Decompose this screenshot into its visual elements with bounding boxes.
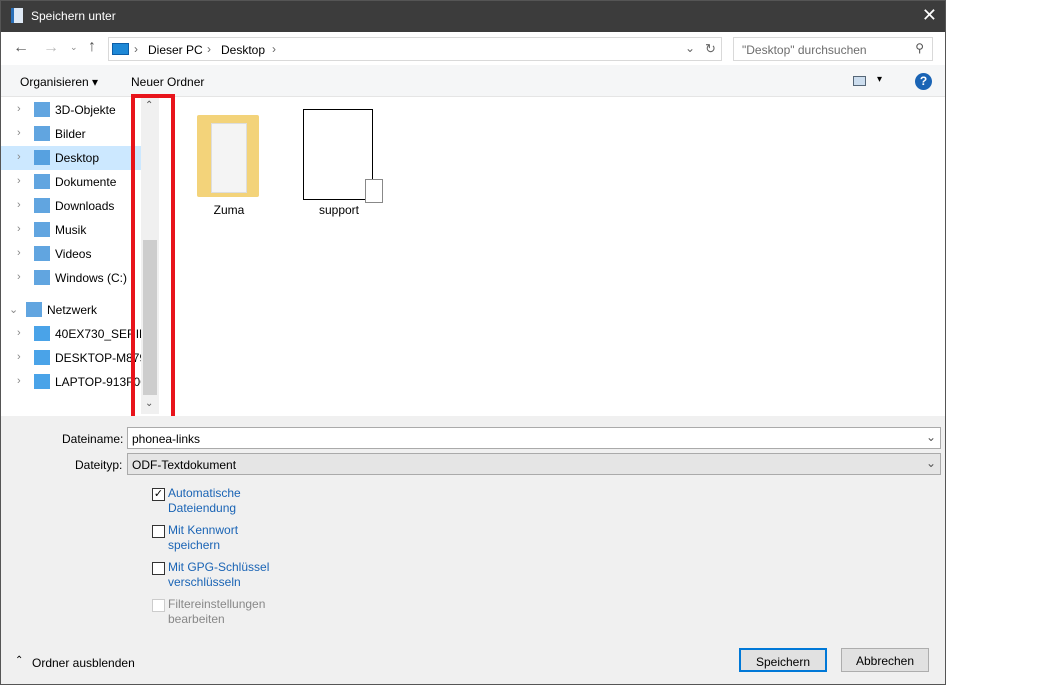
download-icon bbox=[34, 198, 50, 213]
view-icon[interactable] bbox=[853, 76, 866, 86]
drive-icon bbox=[34, 270, 50, 285]
new-folder-button[interactable]: Neuer Ordner bbox=[131, 75, 204, 89]
nav-item-network[interactable]: ⌄ Netzwerk bbox=[1, 298, 141, 322]
chevron-right-icon[interactable]: › bbox=[17, 327, 21, 339]
search-icon: ⚲ bbox=[915, 41, 924, 55]
save-button[interactable]: Speichern bbox=[739, 648, 827, 672]
nav-item[interactable]: › Desktop bbox=[1, 146, 141, 170]
filetype-select[interactable]: ODF-Textdokument ⌄ bbox=[127, 453, 941, 475]
nav-label: Musik bbox=[55, 223, 87, 237]
organize-button[interactable]: Organisieren ▾ bbox=[20, 75, 98, 89]
bottom-panel: Dateiname: phonea-links ⌄ Dateityp: ODF-T… bbox=[1, 416, 945, 684]
chevron-right-icon[interactable]: › bbox=[17, 223, 21, 235]
file-name: support bbox=[318, 203, 360, 217]
nav-item[interactable]: › 3D-Objekte bbox=[1, 98, 141, 122]
nav-label: 40EX730_SERIES bbox=[55, 327, 141, 341]
up-button[interactable]: ↑ bbox=[88, 38, 96, 56]
desktop-icon bbox=[34, 150, 50, 165]
chevron-right-icon[interactable]: › bbox=[17, 271, 21, 283]
folder-icon bbox=[197, 115, 259, 197]
nav-item[interactable]: › Musik bbox=[1, 218, 141, 242]
search-placeholder: "Desktop" durchsuchen bbox=[742, 43, 867, 57]
close-button[interactable]: ✕ bbox=[922, 5, 937, 26]
file-item-folder[interactable]: Zuma bbox=[191, 111, 267, 221]
hide-folders-button[interactable]: Ordner ausblenden bbox=[32, 656, 135, 670]
nav-item[interactable]: › Videos bbox=[1, 242, 141, 266]
filetype-label: Dateityp: bbox=[75, 458, 123, 472]
network-icon bbox=[26, 302, 42, 317]
option-label[interactable]: Mit GPG-Schlüssel verschlüsseln bbox=[168, 560, 269, 590]
computer-icon bbox=[34, 374, 50, 389]
nav-item[interactable]: › Bilder bbox=[1, 122, 141, 146]
recent-dropdown[interactable]: ⌄ bbox=[70, 42, 78, 53]
computer-icon bbox=[34, 350, 50, 365]
option-label[interactable]: Automatische Dateiendung bbox=[168, 486, 241, 516]
computer-icon bbox=[34, 326, 50, 341]
nav-label: Videos bbox=[55, 247, 92, 261]
nav-item-computer[interactable]: › LAPTOP-913F0G bbox=[1, 370, 141, 394]
window-title: Speichern unter bbox=[31, 9, 116, 23]
chevron-right-icon[interactable]: › bbox=[17, 199, 21, 211]
highlight-box bbox=[131, 94, 175, 425]
option-checkbox[interactable] bbox=[152, 562, 165, 575]
nav-label: Netzwerk bbox=[47, 303, 98, 317]
cancel-button[interactable]: Abbrechen bbox=[841, 648, 929, 672]
forward-button[interactable]: → bbox=[43, 39, 59, 57]
cube-icon bbox=[34, 102, 50, 117]
video-icon bbox=[34, 246, 50, 261]
refresh-button[interactable]: ↻ bbox=[705, 41, 716, 57]
navigation-pane: › 3D-Objekte › Bilder › Desktop › Dokumente › Dow… bbox=[1, 98, 141, 414]
nav-item[interactable]: › Windows (C:) bbox=[1, 266, 141, 290]
nav-label: Desktop bbox=[55, 151, 100, 165]
file-name: Zuma bbox=[213, 203, 245, 217]
nav-item[interactable]: › Downloads bbox=[1, 194, 141, 218]
document-thumbnail bbox=[303, 109, 373, 200]
option-label[interactable]: Mit Kennwort speichern bbox=[168, 523, 238, 553]
chevron-right-icon[interactable]: › bbox=[17, 151, 21, 163]
breadcrumb-this-pc[interactable]: Dieser PC bbox=[148, 43, 203, 57]
toolbar: Organisieren ▾ Neuer Ordner ▾ ? bbox=[1, 65, 945, 97]
document-icon bbox=[11, 8, 23, 23]
filename-label: Dateiname: bbox=[62, 432, 124, 446]
chevron-down-icon[interactable]: ⌄ bbox=[9, 303, 18, 316]
filename-input[interactable]: phonea-links ⌄ bbox=[127, 427, 941, 449]
option-checkbox[interactable] bbox=[152, 525, 165, 538]
chevron-right-icon[interactable]: › bbox=[17, 247, 21, 259]
nav-item[interactable]: › Dokumente bbox=[1, 170, 141, 194]
search-input[interactable]: "Desktop" durchsuchen ⚲ bbox=[733, 37, 933, 61]
file-item-document[interactable]: support bbox=[299, 109, 383, 221]
address-bar[interactable]: › Dieser PC › Desktop › ⌄ ↻ bbox=[108, 37, 722, 61]
chevron-right-icon[interactable]: › bbox=[17, 127, 21, 139]
chevron-right-icon[interactable]: › bbox=[17, 375, 21, 387]
nav-item-computer[interactable]: › DESKTOP-M879M bbox=[1, 346, 141, 370]
view-dropdown[interactable]: ▾ bbox=[877, 74, 882, 85]
music-icon bbox=[34, 222, 50, 237]
chevron-right-icon[interactable]: › bbox=[17, 175, 21, 187]
nav-label: Windows (C:) bbox=[55, 271, 128, 285]
help-icon[interactable]: ? bbox=[915, 73, 932, 90]
nav-label: LAPTOP-913F0G bbox=[55, 375, 141, 389]
save-dialog: Speichern unter ✕ ← → ⌄ ↑ › Dieser PC › … bbox=[0, 0, 946, 685]
nav-item-computer[interactable]: › 40EX730_SERIES bbox=[1, 322, 141, 346]
back-button[interactable]: ← bbox=[13, 39, 29, 57]
option-checkbox[interactable]: ✓ bbox=[152, 488, 165, 501]
chevron-down-icon[interactable]: ⌄ bbox=[685, 41, 695, 55]
nav-label: DESKTOP-M879M bbox=[55, 351, 141, 365]
chevron-right-icon[interactable]: › bbox=[17, 351, 21, 363]
nav-label: 3D-Objekte bbox=[55, 103, 116, 117]
nav-label: Dokumente bbox=[55, 175, 117, 189]
odt-icon bbox=[365, 179, 383, 203]
option-label[interactable]: Filtereinstellungen bearbeiten bbox=[168, 597, 265, 627]
desktop-icon bbox=[112, 43, 129, 55]
title-bar: Speichern unter ✕ bbox=[1, 1, 945, 32]
option-checkbox bbox=[152, 599, 165, 612]
pictures-icon bbox=[34, 126, 50, 141]
nav-label: Bilder bbox=[55, 127, 86, 141]
chevron-right-icon[interactable]: › bbox=[17, 103, 21, 115]
documents-icon bbox=[34, 174, 50, 189]
nav-label: Downloads bbox=[55, 199, 115, 213]
chevron-up-icon[interactable]: ⌃ bbox=[15, 655, 23, 666]
breadcrumb-desktop[interactable]: Desktop bbox=[221, 43, 265, 57]
